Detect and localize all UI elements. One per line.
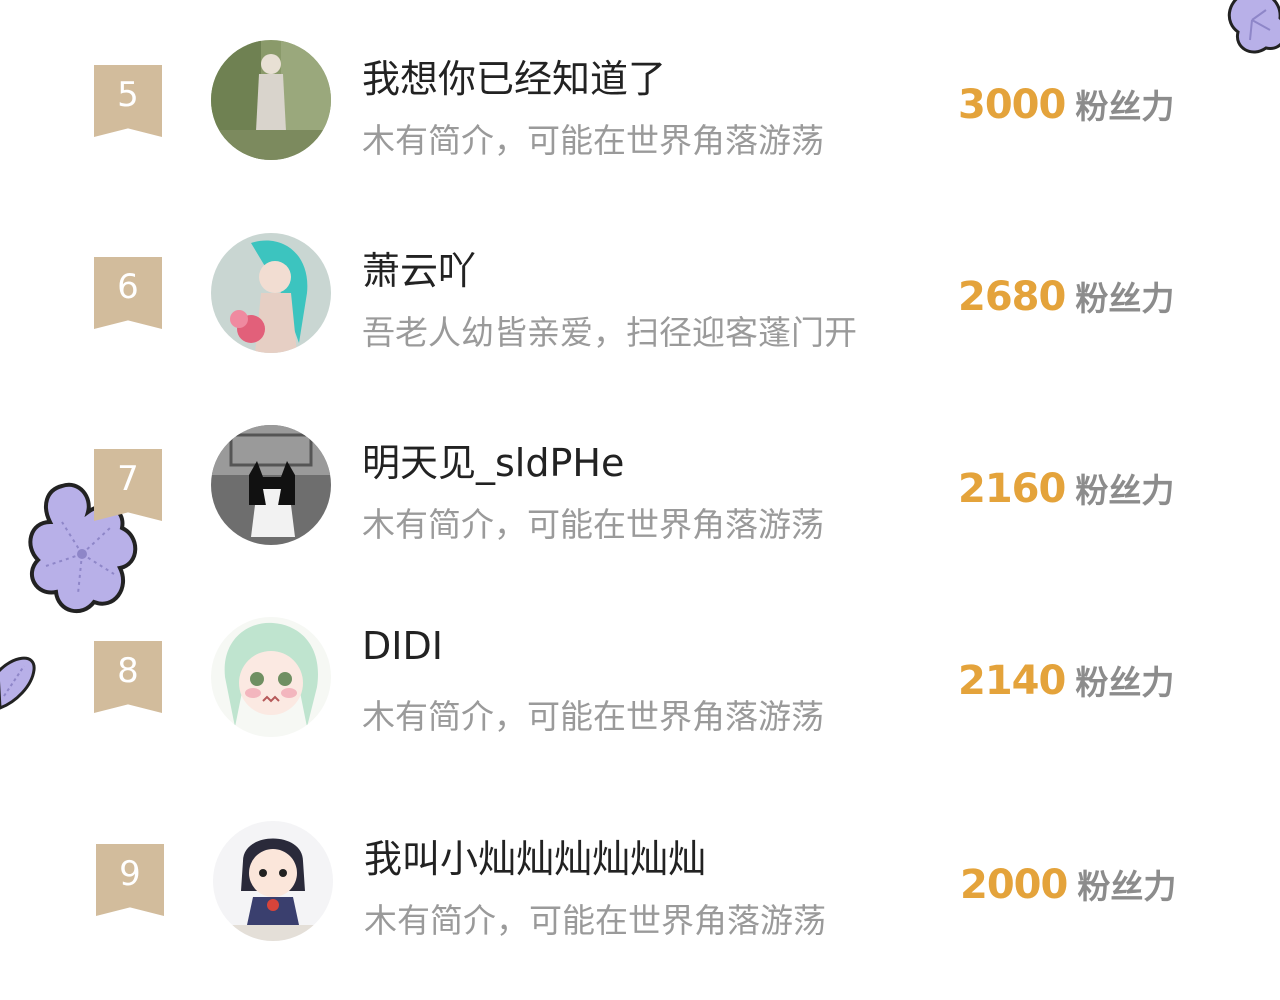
user-name[interactable]: 我叫小灿灿灿灿灿灿 [364,828,706,883]
fan-power-score: 2680 [958,274,1066,320]
user-avatar[interactable] [213,821,333,941]
fan-power: 2160 粉丝力 [958,464,1174,512]
fan-power-unit: 粉丝力 [1077,867,1177,906]
user-avatar[interactable] [211,40,331,160]
fan-power: 3000 粉丝力 [958,80,1174,128]
user-bio: 木有简介，可能在世界角落游荡 [364,901,826,940]
fan-ranking-list: 5 我想你已经知道了 木有简介，可能在世界角落游荡 3000 粉丝力 6 萧云吖… [0,0,1280,1000]
fan-power-unit: 粉丝力 [1075,87,1175,126]
user-bio: 木有简介，可能在世界角落游荡 [362,505,824,544]
user-bio: 吾老人幼皆亲爱，扫径迎客蓬门开 [362,313,857,352]
user-name[interactable]: 萧云吖 [362,240,476,295]
user-name[interactable]: 我想你已经知道了 [362,48,666,103]
rank-badge: 9 [96,844,164,916]
user-name[interactable]: 明天见_sldPHe [362,432,624,487]
user-avatar[interactable] [211,425,331,545]
user-name[interactable]: DIDI [362,624,443,668]
fan-power-score: 3000 [958,82,1066,128]
fan-power-score: 2000 [960,862,1068,908]
user-avatar[interactable] [211,617,331,737]
rank-badge: 8 [94,641,162,713]
ranking-row[interactable]: 8 DIDI 木有简介，可能在世界角落游荡 2140 粉丝力 [0,576,1280,768]
ranking-row[interactable]: 7 明天见_sldPHe 木有简介，可能在世界角落游荡 2160 粉丝力 [0,384,1280,576]
fan-power-score: 2160 [958,466,1066,512]
user-avatar[interactable] [211,233,331,353]
rank-badge: 6 [94,257,162,329]
ranking-row[interactable]: 5 我想你已经知道了 木有简介，可能在世界角落游荡 3000 粉丝力 [0,0,1280,192]
fan-power: 2000 粉丝力 [960,860,1176,908]
ranking-row[interactable]: 9 我叫小灿灿灿灿灿灿 木有简介，可能在世界角落游荡 2000 粉丝力 [0,778,1280,970]
rank-badge: 7 [94,449,162,521]
ranking-row[interactable]: 6 萧云吖 吾老人幼皆亲爱，扫径迎客蓬门开 2680 粉丝力 [0,192,1280,384]
user-bio: 木有简介，可能在世界角落游荡 [362,697,824,736]
fan-power-unit: 粉丝力 [1075,663,1175,702]
fan-power-unit: 粉丝力 [1075,471,1175,510]
rank-badge: 5 [94,65,162,137]
fan-power: 2140 粉丝力 [958,656,1174,704]
user-bio: 木有简介，可能在世界角落游荡 [362,121,824,160]
fan-power-score: 2140 [958,658,1066,704]
fan-power: 2680 粉丝力 [958,272,1174,320]
fan-power-unit: 粉丝力 [1075,279,1175,318]
